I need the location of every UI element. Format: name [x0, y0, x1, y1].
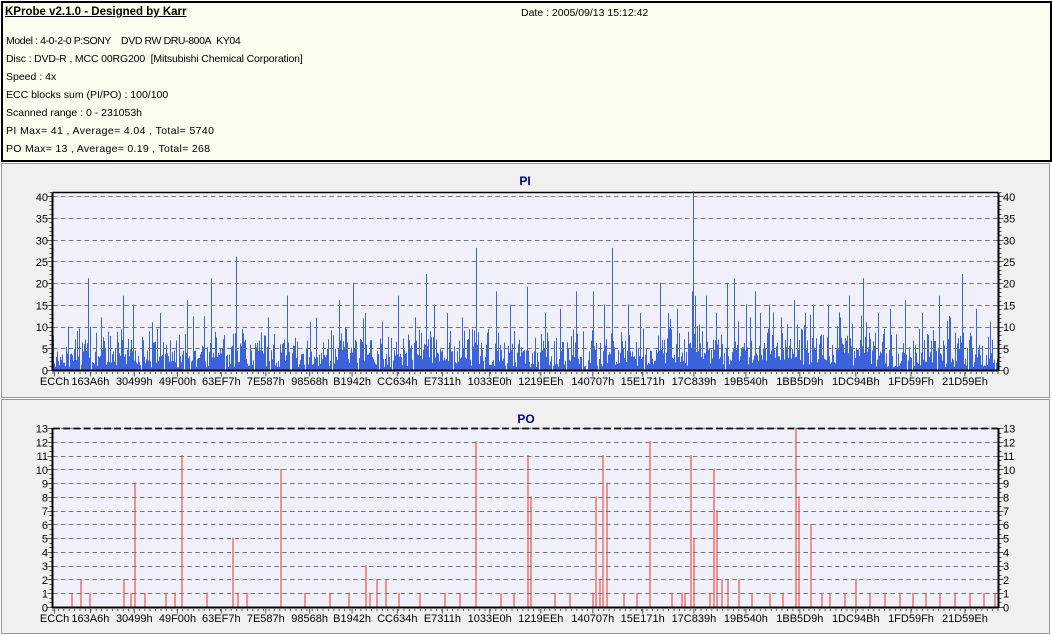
svg-text:4: 4	[1003, 547, 1009, 559]
svg-text:7: 7	[1003, 506, 1009, 518]
svg-text:30499h: 30499h	[116, 613, 153, 625]
svg-text:19B540h: 19B540h	[724, 376, 768, 388]
svg-text:0: 0	[1003, 366, 1009, 378]
svg-text:5: 5	[42, 534, 48, 546]
svg-text:10: 10	[36, 465, 48, 477]
svg-text:98568h: 98568h	[291, 613, 328, 625]
svg-text:49F00h: 49F00h	[159, 376, 196, 388]
svg-text:9: 9	[42, 479, 48, 491]
svg-text:E7311h: E7311h	[424, 376, 461, 388]
svg-text:8: 8	[1003, 492, 1009, 504]
svg-text:163A6h: 163A6h	[71, 613, 109, 625]
svg-text:PI: PI	[519, 174, 530, 188]
svg-text:1033E0h: 1033E0h	[468, 613, 512, 625]
svg-text:49F00h: 49F00h	[159, 613, 196, 625]
svg-text:35: 35	[1003, 214, 1015, 226]
svg-text:98568h: 98568h	[291, 376, 328, 388]
svg-text:B1942h: B1942h	[333, 613, 371, 625]
svg-text:10: 10	[1003, 322, 1015, 334]
svg-text:1: 1	[42, 589, 48, 601]
svg-text:13: 13	[1003, 424, 1015, 436]
svg-text:1: 1	[1003, 589, 1009, 601]
svg-text:1219EEh: 1219EEh	[518, 613, 563, 625]
svg-text:11: 11	[1003, 451, 1014, 463]
svg-text:1DC94Bh: 1DC94Bh	[832, 613, 880, 625]
svg-text:8: 8	[42, 492, 48, 504]
svg-text:4: 4	[42, 547, 48, 559]
svg-text:63EF7h: 63EF7h	[202, 613, 241, 625]
svg-text:15: 15	[1003, 300, 1015, 312]
svg-text:ECCh: ECCh	[40, 613, 69, 625]
svg-text:1033E0h: 1033E0h	[468, 376, 512, 388]
svg-text:1BB5D9h: 1BB5D9h	[776, 613, 823, 625]
svg-text:20: 20	[36, 279, 48, 291]
svg-text:5: 5	[1003, 344, 1009, 356]
svg-text:21D59Eh: 21D59Eh	[942, 613, 988, 625]
svg-text:140707h: 140707h	[571, 376, 614, 388]
svg-text:B1942h: B1942h	[333, 376, 371, 388]
svg-text:15E171h: 15E171h	[621, 376, 665, 388]
svg-text:3: 3	[42, 561, 48, 573]
svg-text:163A6h: 163A6h	[71, 376, 109, 388]
svg-text:13: 13	[36, 424, 48, 436]
svg-text:6: 6	[1003, 520, 1009, 532]
svg-text:20: 20	[1003, 279, 1015, 291]
svg-text:3: 3	[1003, 561, 1009, 573]
svg-text:19B540h: 19B540h	[724, 613, 768, 625]
svg-text:E7311h: E7311h	[424, 613, 461, 625]
svg-text:7: 7	[42, 506, 48, 518]
svg-text:35: 35	[36, 214, 48, 226]
svg-text:0: 0	[1003, 603, 1009, 615]
svg-text:2: 2	[1003, 575, 1009, 587]
svg-text:1219EEh: 1219EEh	[518, 376, 563, 388]
svg-text:ECCh: ECCh	[40, 376, 69, 388]
svg-text:9: 9	[1003, 479, 1009, 491]
svg-text:140707h: 140707h	[571, 613, 614, 625]
svg-text:12: 12	[1003, 437, 1015, 449]
svg-text:CC634h: CC634h	[377, 613, 417, 625]
svg-text:17C839h: 17C839h	[672, 613, 717, 625]
svg-text:21D59Eh: 21D59Eh	[942, 376, 988, 388]
svg-text:CC634h: CC634h	[377, 376, 417, 388]
svg-text:2: 2	[42, 575, 48, 587]
svg-text:40: 40	[1003, 192, 1015, 204]
svg-text:25: 25	[36, 257, 48, 269]
svg-text:1DC94Bh: 1DC94Bh	[832, 376, 880, 388]
svg-text:1BB5D9h: 1BB5D9h	[776, 376, 823, 388]
svg-text:5: 5	[42, 344, 48, 356]
svg-text:17C839h: 17C839h	[672, 376, 717, 388]
svg-text:15: 15	[36, 300, 48, 312]
svg-text:15E171h: 15E171h	[621, 613, 665, 625]
svg-text:12: 12	[36, 437, 48, 449]
svg-text:6: 6	[42, 520, 48, 532]
svg-text:1FD59Fh: 1FD59Fh	[888, 376, 934, 388]
svg-text:30: 30	[36, 235, 48, 247]
svg-text:7E587h: 7E587h	[247, 613, 285, 625]
svg-text:1FD59Fh: 1FD59Fh	[888, 613, 934, 625]
svg-text:10: 10	[36, 322, 48, 334]
svg-text:10: 10	[1003, 465, 1015, 477]
svg-text:7E587h: 7E587h	[247, 376, 285, 388]
svg-text:11: 11	[37, 451, 48, 463]
svg-text:5: 5	[1003, 534, 1009, 546]
svg-text:30: 30	[1003, 235, 1015, 247]
svg-text:PO: PO	[517, 412, 534, 426]
svg-text:25: 25	[1003, 257, 1015, 269]
svg-text:63EF7h: 63EF7h	[202, 376, 241, 388]
svg-text:40: 40	[36, 192, 48, 204]
svg-text:30499h: 30499h	[116, 376, 153, 388]
